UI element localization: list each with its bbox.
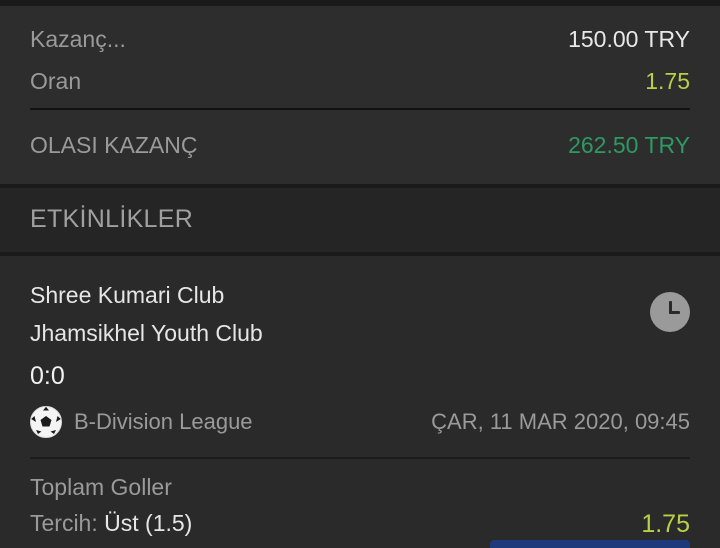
selection-value: Üst (1.5): [104, 510, 193, 536]
odds-value: 1.75: [645, 68, 690, 94]
stake-row: Kazanç... 150.00 TRY: [30, 26, 690, 53]
match-score: 0:0: [30, 362, 65, 390]
clock-icon: [650, 292, 690, 332]
action-button[interactable]: [490, 540, 690, 548]
selection-odd: 1.75: [641, 510, 690, 538]
market-name: Toplam Goller: [30, 474, 172, 500]
events-header: ETKİNLİKLER: [0, 188, 720, 252]
event-datetime: ÇAR, 11 MAR 2020, 09:45: [431, 409, 690, 434]
selection-label: Tercih:: [30, 510, 98, 536]
odds-label: Oran: [30, 68, 82, 94]
home-team: Shree Kumari Club: [30, 282, 225, 308]
soccer-ball-icon: [30, 406, 62, 438]
selection: Tercih: Üst (1.5): [30, 510, 192, 537]
potential-win-value: 262.50 TRY: [568, 132, 690, 158]
league-name: B-Division League: [74, 409, 253, 434]
odds-row: Oran 1.75: [30, 68, 690, 95]
stake-value[interactable]: 150.00 TRY: [568, 26, 690, 53]
potential-win-label: OLASI KAZANÇ: [30, 132, 198, 158]
bet-summary: Kazanç... 150.00 TRY Oran 1.75 OLASI KAZ…: [0, 6, 720, 184]
away-team: Jhamsikhel Youth Club: [30, 320, 263, 346]
stake-label: Kazanç...: [30, 26, 126, 52]
summary-divider: [30, 108, 690, 110]
event-card[interactable]: Shree Kumari Club Jhamsikhel Youth Club …: [0, 256, 720, 548]
event-divider: [30, 457, 690, 459]
events-header-title: ETKİNLİKLER: [30, 205, 194, 233]
potential-win-row: OLASI KAZANÇ 262.50 TRY: [30, 132, 690, 159]
